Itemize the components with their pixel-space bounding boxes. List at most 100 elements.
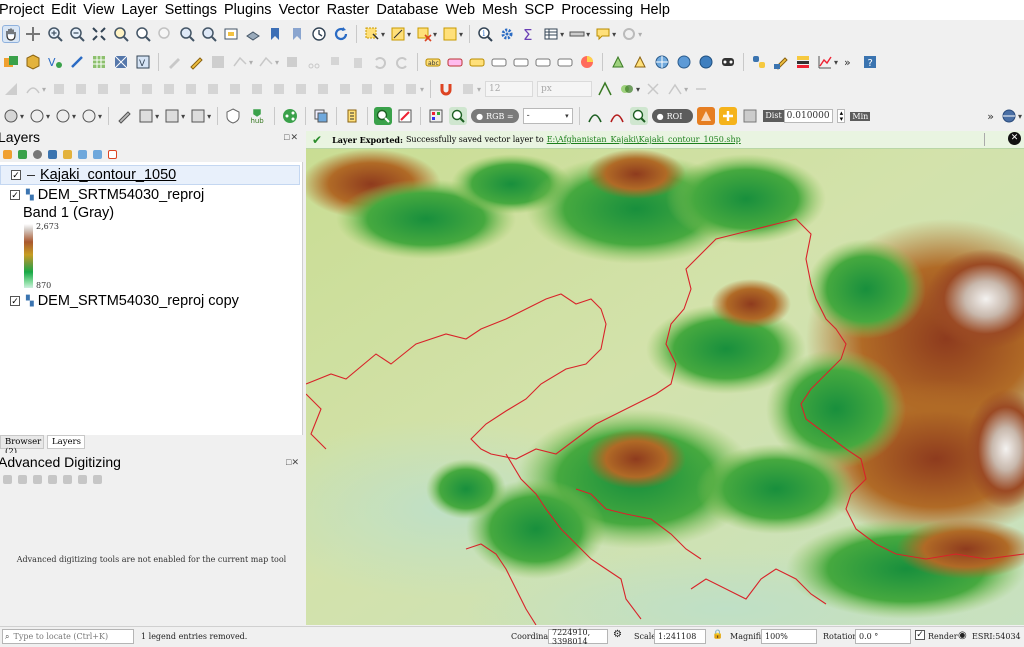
layer-visibility-checkbox[interactable]: ✓ <box>10 190 20 200</box>
layer-row-kajaki-contour[interactable]: ✓ Kajaki_contour_1050 <box>0 165 300 185</box>
attribute-table-icon[interactable] <box>542 25 560 43</box>
snapping-type-icon[interactable] <box>459 80 477 98</box>
cad-enable-icon[interactable] <box>3 474 12 484</box>
scp-roi-redo-icon[interactable] <box>741 107 759 125</box>
map-theme-eye-icon[interactable] <box>33 149 42 159</box>
add-ring-icon[interactable] <box>116 80 134 98</box>
profile-chart-icon[interactable] <box>816 53 834 71</box>
dist-input[interactable]: 0.010000 <box>783 109 834 123</box>
crs-globe-icon[interactable]: ◉ <box>958 630 967 641</box>
rgb-toggle[interactable]: ● RGB = <box>471 109 519 123</box>
menu-database[interactable]: Database <box>376 2 443 18</box>
layer-row-dem[interactable]: ✓ ▚ DEM_SRTM54030_reproj <box>0 185 204 205</box>
metasearch-globe-icon[interactable] <box>675 53 693 71</box>
layer-styling-icon[interactable] <box>794 53 812 71</box>
menu-help[interactable]: Help <box>640 2 675 18</box>
refresh-icon[interactable] <box>332 25 350 43</box>
gps-icon[interactable] <box>719 53 737 71</box>
roi-toggle[interactable]: ● ROI <box>651 109 694 123</box>
scp-spectral-signature-icon[interactable] <box>586 107 604 125</box>
pin-labels-icon[interactable] <box>446 53 464 71</box>
merge-attributes-icon[interactable] <box>336 80 354 98</box>
pan-hand-icon[interactable] <box>2 25 20 43</box>
trim-extend-icon[interactable] <box>402 80 420 98</box>
scp-zoom-band-icon[interactable] <box>449 107 468 125</box>
add-vector-icon[interactable]: V <box>134 53 152 71</box>
rotate-point-icon[interactable] <box>358 80 376 98</box>
zoom-next-icon[interactable] <box>200 25 218 43</box>
toggle-editing-pencil-icon[interactable] <box>187 53 205 71</box>
qgis-hub-icon[interactable]: hub <box>246 107 268 125</box>
cad-settings-icon[interactable] <box>63 474 72 484</box>
paste-features-icon[interactable] <box>349 53 367 71</box>
menu-settings[interactable]: Settings <box>165 2 222 18</box>
redo-icon[interactable] <box>393 53 411 71</box>
remove-layer-icon[interactable] <box>108 149 117 159</box>
toolbar-overflow-2[interactable]: » <box>987 110 994 123</box>
menu-processing[interactable]: Processing <box>561 2 638 18</box>
rotate-label-icon[interactable] <box>512 53 530 71</box>
dist-spinner[interactable]: ▴ ▾ <box>837 109 846 123</box>
add-mesh-icon[interactable] <box>112 53 130 71</box>
extents-toggle-icon[interactable]: ⚙ <box>613 629 622 640</box>
reshape-icon[interactable] <box>226 80 244 98</box>
zoom-native-icon[interactable] <box>156 25 174 43</box>
message-close-icon[interactable]: ✕ <box>1008 132 1021 145</box>
plugin-edit-icon[interactable] <box>772 53 790 71</box>
scp-postprocessing-icon[interactable] <box>189 107 207 125</box>
add-group-icon[interactable] <box>18 149 27 159</box>
move-label-icon[interactable] <box>490 53 508 71</box>
scp-roi-create-icon[interactable] <box>697 107 716 125</box>
panel-float-close-controls-2[interactable]: □✕ <box>286 457 299 468</box>
zoom-last-icon[interactable] <box>178 25 196 43</box>
cad-parallel-icon[interactable] <box>33 474 42 484</box>
vertex-tool-icon[interactable] <box>257 53 275 71</box>
panel-float-close-controls[interactable]: □✕ <box>284 132 299 143</box>
tab-layers[interactable]: Layers <box>47 435 85 449</box>
magnifier-field[interactable]: 100% <box>761 629 817 644</box>
scp-shield-icon[interactable] <box>224 107 242 125</box>
expand-all-icon[interactable] <box>78 149 87 159</box>
coordinate-field[interactable]: 7224910, 3398014 <box>548 628 608 646</box>
scp-band-set-icon[interactable] <box>54 107 72 125</box>
menu-layer[interactable]: Layer <box>121 2 162 18</box>
new-shapefile-icon[interactable]: V <box>46 53 64 71</box>
trace-icon[interactable] <box>666 80 684 98</box>
scp-layers-icon[interactable] <box>312 107 330 125</box>
zoom-in-icon[interactable] <box>46 25 64 43</box>
identify-icon[interactable]: i <box>476 25 494 43</box>
filter-expression-icon[interactable] <box>63 149 72 159</box>
collapse-all-icon[interactable] <box>93 149 102 159</box>
rotate-feature-icon[interactable] <box>72 80 90 98</box>
digitize-snap-icon[interactable] <box>609 53 627 71</box>
intersection-icon[interactable] <box>644 80 662 98</box>
filter-legend-icon[interactable] <box>48 149 57 159</box>
rotation-field[interactable]: 0.0 ° <box>855 629 911 644</box>
simplify-feature-icon[interactable] <box>94 80 112 98</box>
label-toolbar-icon[interactable]: abc <box>424 53 442 71</box>
cad-floater-icon[interactable] <box>78 474 87 484</box>
snapping-unit-select[interactable]: px <box>537 81 593 97</box>
new-geopackage-icon[interactable] <box>24 53 42 71</box>
new-scratch-layer-icon[interactable] <box>68 53 86 71</box>
menu-view[interactable]: View <box>83 2 119 18</box>
cad-help-icon[interactable] <box>93 474 102 484</box>
bookmarks-icon[interactable] <box>288 25 306 43</box>
scp-roi-list-icon[interactable] <box>343 107 361 125</box>
menu-scp[interactable]: SCP <box>525 2 560 18</box>
georef-gear-icon[interactable] <box>620 25 638 43</box>
delete-part-icon[interactable] <box>204 80 222 98</box>
deselect-icon[interactable] <box>415 25 433 43</box>
temporal-icon[interactable] <box>310 25 328 43</box>
cad-construction-icon[interactable] <box>18 474 27 484</box>
render-checkbox[interactable]: ✓ <box>915 630 925 640</box>
select-location-icon[interactable] <box>441 25 459 43</box>
locator-search-input[interactable]: ⌕ Type to locate (Ctrl+K) <box>2 629 134 644</box>
offset-curve-icon[interactable] <box>248 80 266 98</box>
current-edits-icon[interactable] <box>165 53 183 71</box>
share-icon[interactable] <box>281 107 299 125</box>
add-part-icon[interactable] <box>138 80 156 98</box>
delete-selected-icon[interactable] <box>283 53 301 71</box>
split-features-icon[interactable] <box>270 80 288 98</box>
zoom-to-image-icon[interactable] <box>374 107 393 125</box>
